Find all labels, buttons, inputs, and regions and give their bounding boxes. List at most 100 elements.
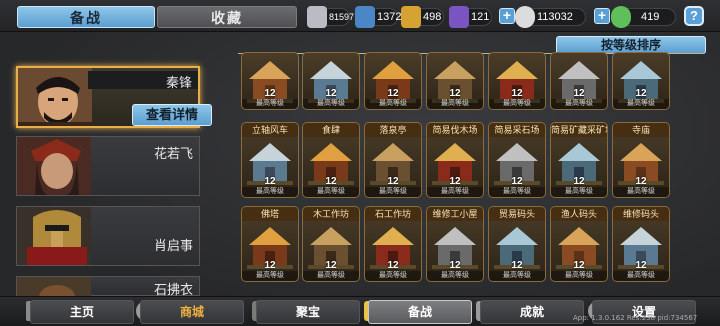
nav-prepare[interactable]: 备战: [368, 300, 472, 324]
building-level: 12: [635, 260, 647, 271]
building-title: 石工作坊: [365, 207, 421, 221]
building-level-status: 最高等级: [489, 187, 545, 197]
building-level-status: 最高等级: [551, 99, 607, 109]
building-card[interactable]: 12 最高等级: [364, 52, 422, 110]
building-level-status: 最高等级: [427, 99, 483, 109]
gold-token-icon: [401, 6, 421, 28]
nav-shop[interactable]: 商城: [140, 300, 244, 324]
building-title: 佛塔: [242, 207, 298, 221]
building-card[interactable]: 落泉亭 12 最高等级: [364, 122, 422, 198]
building-level: 12: [573, 88, 585, 99]
hero-name: 秦锋: [165, 75, 192, 90]
nav-achievement[interactable]: 成就: [480, 300, 584, 324]
hero-portrait: [17, 207, 91, 265]
building-level-status: 最高等级: [551, 187, 607, 197]
hero-card-shifuyi[interactable]: 石拂衣: [16, 276, 200, 297]
hero-card-qinfeng[interactable]: 秦锋 查看详情: [16, 66, 212, 128]
building-card[interactable]: 12 最高等级: [302, 52, 360, 110]
add-gems-button[interactable]: +: [594, 8, 610, 24]
jade-icon: [611, 6, 631, 28]
hero-portrait: [17, 137, 91, 195]
building-level: 12: [449, 88, 461, 99]
building-card[interactable]: 简易矿藏采矿场 12 最高等级: [550, 122, 608, 198]
building-level: 12: [511, 260, 523, 271]
building-title: 简易伐木场: [427, 123, 483, 137]
building-card[interactable]: 12 最高等级: [241, 52, 299, 110]
hero-card-xiaoqishi[interactable]: 肖启事: [16, 206, 200, 266]
building-level: 12: [511, 88, 523, 99]
building-card[interactable]: 维修码头 12 最高等级: [612, 206, 670, 282]
building-level: 12: [511, 176, 523, 187]
blue-token-icon: [355, 6, 375, 28]
add-coins-button[interactable]: +: [499, 8, 515, 24]
building-title: 简易矿藏采矿场: [551, 123, 608, 137]
hero-name: 花若飞: [153, 146, 193, 161]
tab-prepare[interactable]: 备战: [17, 6, 155, 28]
building-level: 12: [325, 88, 337, 99]
resource-gems: 419: [611, 6, 676, 28]
building-level-status: 最高等级: [303, 99, 359, 109]
hero-portrait: [17, 277, 91, 297]
building-level: 12: [387, 176, 399, 187]
building-card[interactable]: 渔人码头 12 最高等级: [550, 206, 608, 282]
building-card[interactable]: 寺庙 12 最高等级: [612, 122, 670, 198]
building-level-status: 最高等级: [365, 271, 421, 281]
nav-treasure[interactable]: 聚宝: [256, 300, 360, 324]
building-card[interactable]: 食肆 12 最高等级: [302, 122, 360, 198]
building-title: 食肆: [303, 123, 359, 137]
tab-collection[interactable]: 收藏: [157, 6, 297, 28]
building-card[interactable]: 石工作坊 12 最高等级: [364, 206, 422, 282]
building-card[interactable]: 12 最高等级: [550, 52, 608, 110]
building-card[interactable]: 12 最高等级: [426, 52, 484, 110]
building-title: 渔人码头: [551, 207, 607, 221]
resource-gold-token: 498: [401, 6, 444, 28]
building-card[interactable]: 12 最高等级: [488, 52, 546, 110]
resource-purple: 121: [449, 6, 492, 28]
building-card[interactable]: 立轴风车 12 最高等级: [241, 122, 299, 198]
building-level: 12: [264, 88, 276, 99]
building-level-status: 最高等级: [551, 271, 607, 281]
view-details-button[interactable]: 查看详情: [132, 104, 212, 126]
building-level: 12: [264, 176, 276, 187]
building-level-status: 最高等级: [613, 99, 669, 109]
building-title: 落泉亭: [365, 123, 421, 137]
building-title: 贸易码头: [489, 207, 545, 221]
building-level-status: 最高等级: [489, 99, 545, 109]
building-card[interactable]: 简易伐木场 12 最高等级: [426, 122, 484, 198]
building-title: 木工作坊: [303, 207, 359, 221]
building-card[interactable]: 木工作坊 12 最高等级: [302, 206, 360, 282]
help-button[interactable]: ?: [684, 6, 704, 26]
coin-icon: [515, 6, 535, 28]
nav-home[interactable]: 主页: [30, 300, 134, 324]
building-level-status: 最高等级: [303, 271, 359, 281]
building-level: 12: [325, 260, 337, 271]
building-title: 寺庙: [613, 123, 669, 137]
building-level-status: 最高等级: [613, 271, 669, 281]
building-title: 维修工小屋: [427, 207, 483, 221]
building-level: 12: [573, 176, 585, 187]
building-title: 维修码头: [613, 207, 669, 221]
resource-blue: 1372: [355, 6, 401, 28]
building-level-status: 最高等级: [427, 271, 483, 281]
building-level: 12: [635, 176, 647, 187]
hero-portrait: [18, 68, 92, 126]
building-card[interactable]: 维修工小屋 12 最高等级: [426, 206, 484, 282]
building-card[interactable]: 简易采石场 12 最高等级: [488, 122, 546, 198]
building-card[interactable]: 贸易码头 12 最高等级: [488, 206, 546, 282]
building-card[interactable]: 佛塔 12 最高等级: [241, 206, 299, 282]
building-level-status: 最高等级: [489, 271, 545, 281]
hero-card-huaruofei[interactable]: 花若飞: [16, 136, 200, 196]
building-level-status: 最高等级: [242, 99, 298, 109]
building-level-status: 最高等级: [613, 187, 669, 197]
building-level: 12: [449, 260, 461, 271]
purple-token-icon: [449, 6, 469, 28]
building-title: 简易采石场: [489, 123, 545, 137]
building-card[interactable]: 12 最高等级: [612, 52, 670, 110]
building-level-status: 最高等级: [427, 187, 483, 197]
building-level-status: 最高等级: [365, 187, 421, 197]
top-bar: 备战 收藏 81597 1372 498 121 + 113032 + 419 …: [0, 0, 720, 32]
building-level-status: 最高等级: [242, 187, 298, 197]
building-level: 12: [264, 260, 276, 271]
building-title: 立轴风车: [242, 123, 298, 137]
building-level-status: 最高等级: [365, 99, 421, 109]
